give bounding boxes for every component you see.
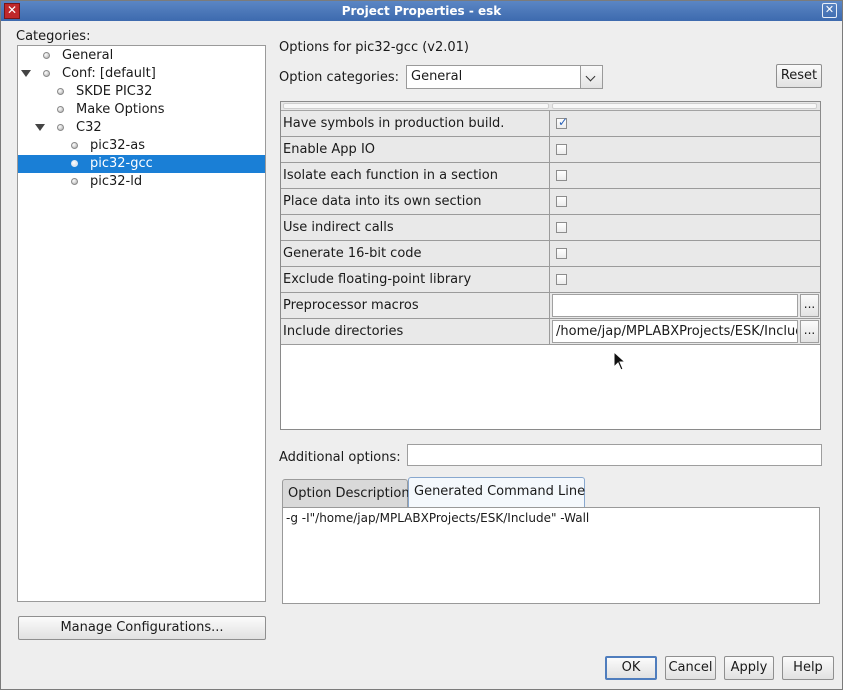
- tree-item-label: Make Options: [76, 102, 165, 117]
- column-header-value[interactable]: [552, 103, 817, 109]
- options-table: Have symbols in production build. ✓ Enab…: [280, 101, 821, 430]
- option-checkbox[interactable]: ✓: [556, 115, 569, 129]
- option-checkbox[interactable]: [556, 144, 567, 155]
- tab-option-description[interactable]: Option Description: [282, 479, 410, 509]
- option-name: Use indirect calls: [282, 215, 550, 240]
- tree-item-label: Conf: [default]: [62, 66, 156, 81]
- categories-label: Categories:: [16, 29, 90, 44]
- option-checkbox[interactable]: [556, 196, 567, 207]
- tree-item-pic32-gcc[interactable]: pic32-gcc: [18, 155, 265, 173]
- options-header: Options for pic32-gcc (v2.01): [279, 40, 470, 55]
- node-bullet-icon: [43, 52, 50, 59]
- node-bullet-icon: [71, 178, 78, 185]
- tree-item-label: pic32-gcc: [90, 156, 153, 171]
- window-title: Project Properties - esk: [341, 4, 502, 18]
- option-categories-label: Option categories:: [279, 70, 400, 85]
- include-directories-field[interactable]: /home/jap/MPLABXProjects/ESK/Include: [552, 320, 798, 343]
- additional-options-field[interactable]: [407, 444, 822, 466]
- dropdown-value: General: [411, 69, 463, 84]
- tree-item-label: pic32-as: [90, 138, 145, 153]
- apply-button[interactable]: Apply: [724, 656, 774, 680]
- title-bar[interactable]: ✕ Project Properties - esk ✕: [1, 1, 842, 21]
- tree-item-pic32-as[interactable]: pic32-as: [18, 137, 265, 155]
- node-bullet-icon: [57, 88, 64, 95]
- table-row: Enable App IO: [281, 137, 820, 163]
- node-bullet-icon: [71, 160, 78, 167]
- option-name: Enable App IO: [282, 137, 550, 162]
- categories-label-text: Categories:: [16, 29, 91, 44]
- table-row: Generate 16-bit code: [281, 241, 820, 267]
- command-line-text[interactable]: -g -I"/home/jap/MPLABXProjects/ESK/Inclu…: [282, 507, 820, 604]
- table-row: Place data into its own section: [281, 189, 820, 215]
- tree-item-label: SKDE PIC32: [76, 84, 153, 99]
- close-icon[interactable]: ✕: [822, 3, 837, 18]
- node-bullet-icon: [57, 106, 64, 113]
- tree-item-skde-pic32[interactable]: SKDE PIC32: [18, 83, 265, 101]
- categories-tree[interactable]: General Conf: [default] SKDE PIC32 Make …: [17, 45, 266, 602]
- help-button[interactable]: Help: [782, 656, 834, 680]
- option-checkbox[interactable]: [556, 222, 567, 233]
- table-row: Use indirect calls: [281, 215, 820, 241]
- reset-button[interactable]: Reset: [776, 64, 822, 88]
- chevron-down-icon[interactable]: [580, 66, 602, 88]
- table-row: Have symbols in production build. ✓: [281, 111, 820, 137]
- manage-configurations-button[interactable]: Manage Configurations...: [18, 616, 266, 640]
- option-categories-dropdown[interactable]: General: [406, 65, 603, 89]
- option-name: Place data into its own section: [282, 189, 550, 214]
- table-row: Isolate each function in a section: [281, 163, 820, 189]
- tab-generated-command-line[interactable]: Generated Command Line: [408, 477, 585, 509]
- option-name: Isolate each function in a section: [282, 163, 550, 188]
- tree-item-label: pic32-ld: [90, 174, 143, 189]
- option-name: Generate 16-bit code: [282, 241, 550, 266]
- mouse-pointer-icon: [613, 351, 627, 371]
- expand-triangle-icon[interactable]: [35, 124, 45, 131]
- tree-item-make-options[interactable]: Make Options: [18, 101, 265, 119]
- browse-button[interactable]: ...: [800, 294, 819, 317]
- table-header: [281, 102, 820, 111]
- tree-item-label: General: [62, 48, 114, 63]
- column-header-name[interactable]: [283, 103, 549, 109]
- tree-item-conf-default[interactable]: Conf: [default]: [18, 65, 265, 83]
- tree-item-c32[interactable]: C32: [18, 119, 265, 137]
- table-row: Preprocessor macros ...: [281, 293, 820, 319]
- app-icon: ✕: [4, 3, 20, 19]
- checkmark-icon: ✓: [558, 115, 569, 129]
- option-name: Preprocessor macros: [282, 293, 550, 318]
- option-name: Include directories: [282, 319, 550, 344]
- additional-options-label: Additional options:: [279, 450, 401, 465]
- tree-item-label: C32: [76, 120, 102, 135]
- option-name: Have symbols in production build.: [282, 111, 550, 136]
- expand-triangle-icon[interactable]: [21, 70, 31, 77]
- project-properties-dialog: ✕ Project Properties - esk ✕ Categories:…: [0, 0, 843, 690]
- preprocessor-macros-field[interactable]: [552, 294, 798, 317]
- option-checkbox[interactable]: [556, 170, 567, 181]
- option-checkbox[interactable]: [556, 248, 567, 259]
- ok-button[interactable]: OK: [605, 656, 657, 680]
- option-name: Exclude floating-point library: [282, 267, 550, 292]
- tree-item-pic32-ld[interactable]: pic32-ld: [18, 173, 265, 191]
- node-bullet-icon: [43, 70, 50, 77]
- table-row: Exclude floating-point library: [281, 267, 820, 293]
- cancel-button[interactable]: Cancel: [665, 656, 716, 680]
- node-bullet-icon: [57, 124, 64, 131]
- browse-button[interactable]: ...: [800, 320, 819, 343]
- table-row: Include directories /home/jap/MPLABXProj…: [281, 319, 820, 345]
- node-bullet-icon: [71, 142, 78, 149]
- tree-item-general[interactable]: General: [18, 47, 265, 65]
- option-checkbox[interactable]: [556, 274, 567, 285]
